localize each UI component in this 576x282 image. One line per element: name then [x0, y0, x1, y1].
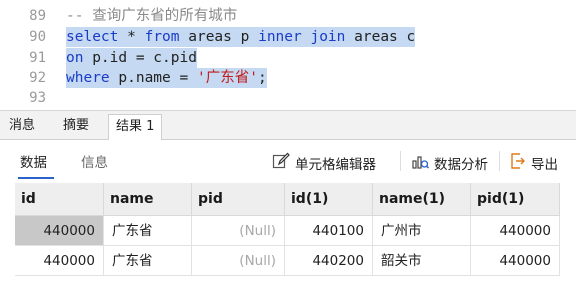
editor-line: 89 -- 查询广东省的所有城市	[0, 6, 576, 26]
sql-text: areas p	[179, 29, 259, 45]
bar-chart-icon	[410, 151, 434, 175]
export-icon	[507, 151, 531, 175]
pencil-icon	[271, 151, 295, 175]
table-cell[interactable]: (Null)	[192, 246, 285, 276]
result-tab-bar: 消息 摘要 结果 1	[0, 110, 576, 140]
sql-keyword: inner join	[258, 29, 346, 45]
table-cell[interactable]: (Null)	[192, 216, 285, 246]
toolbar-divider	[499, 151, 500, 171]
table-cell[interactable]: 440000	[15, 246, 104, 276]
table-cell[interactable]: 440000	[15, 216, 104, 246]
sql-keyword: where	[66, 70, 110, 86]
result-grid: id name pid id(1) name(1) pid(1) 440000 …	[0, 183, 576, 282]
sql-code: where p.name = '广东省';	[66, 68, 267, 88]
toolbar-divider	[400, 151, 401, 171]
sql-comment: -- 查询广东省的所有城市	[66, 8, 238, 24]
sql-text: areas c	[345, 29, 416, 45]
export-button[interactable]: 导出	[507, 151, 558, 175]
cell-editor-label: 单元格编辑器	[295, 157, 376, 173]
sql-text: *	[118, 29, 145, 45]
active-tab-indicator	[18, 177, 54, 179]
tab-messages[interactable]: 消息	[2, 116, 42, 142]
sql-string: '广东省'	[196, 70, 258, 86]
tab-info[interactable]: 信息	[81, 151, 108, 171]
column-header[interactable]: pid	[192, 183, 285, 216]
line-number: 92	[29, 70, 46, 86]
data-analysis-button[interactable]: 数据分析	[410, 151, 488, 175]
table-cell[interactable]: 440000	[471, 246, 560, 276]
sql-editor[interactable]: 89 -- 查询广东省的所有城市 90 select * from areas …	[0, 0, 576, 108]
line-number: 93	[29, 90, 46, 106]
column-header[interactable]: name	[104, 183, 192, 216]
sql-code: select * from areas p inner join areas c	[66, 27, 416, 47]
sql-keyword: select	[66, 29, 119, 45]
cell-editor-button[interactable]: 单元格编辑器	[271, 151, 376, 175]
editor-line: 93	[0, 88, 576, 108]
column-header[interactable]: id	[15, 183, 104, 216]
data-analysis-label: 数据分析	[434, 157, 488, 173]
table-cell[interactable]: 广州市	[373, 216, 471, 246]
sql-text: p.id = c.pid	[83, 50, 197, 66]
table-cell[interactable]: 440100	[285, 216, 373, 246]
sql-text: ;	[257, 70, 267, 86]
sql-keyword: on	[66, 50, 84, 66]
editor-line: 91 on p.id = c.pid	[0, 48, 576, 68]
line-number: 91	[29, 50, 46, 66]
tab-result-1[interactable]: 结果 1	[108, 114, 163, 140]
table-cell[interactable]: 广东省	[104, 216, 192, 246]
column-header[interactable]: name(1)	[373, 183, 471, 216]
column-header[interactable]: id(1)	[285, 183, 373, 216]
column-header[interactable]: pid(1)	[471, 183, 560, 216]
table-cell[interactable]: 440000	[471, 216, 560, 246]
line-number: 89	[29, 8, 46, 24]
sql-keyword: from	[144, 29, 180, 45]
tab-summary[interactable]: 摘要	[56, 116, 96, 142]
sql-text: p.name =	[109, 70, 197, 86]
table-cell[interactable]: 广东省	[104, 246, 192, 276]
table-cell[interactable]: 440200	[285, 246, 373, 276]
editor-line: 92 where p.name = '广东省';	[0, 68, 576, 88]
tab-data[interactable]: 数据	[20, 151, 47, 171]
sql-code: on p.id = c.pid	[66, 48, 197, 68]
line-number: 90	[29, 29, 46, 45]
export-label: 导出	[531, 157, 558, 173]
table-cell[interactable]: 韶关市	[373, 246, 471, 276]
editor-line: 90 select * from areas p inner join area…	[0, 27, 576, 47]
result-toolbar: 数据 信息 单元格编辑器 数据分析 导出	[0, 141, 576, 181]
